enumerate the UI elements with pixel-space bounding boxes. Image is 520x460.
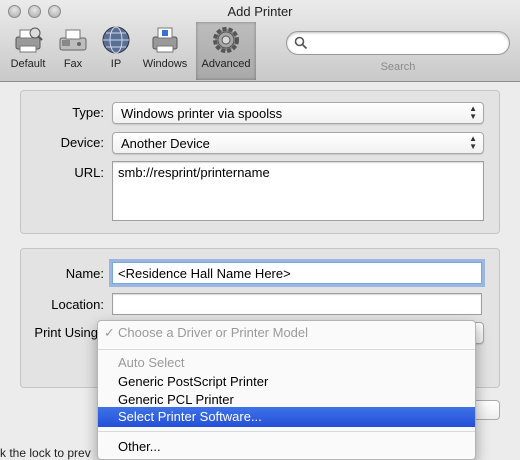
gear-icon [213,27,239,53]
name-label: Name: [65,266,104,281]
window-title: Add Printer [227,4,293,19]
menu-separator [98,349,475,350]
menu-item-label: Auto Select [118,355,185,370]
url-value: smb://resprint/printername [118,165,270,180]
location-label: Location: [51,297,104,312]
add-printer-window: Add Printer Default Fax IP Windows Advan… [0,0,520,460]
menu-item-label: Choose a Driver or Printer Model [118,325,309,340]
type-popup[interactable]: Windows printer via spoolss ▲ ▼ [112,102,484,124]
toolbar-advanced-button[interactable]: Advanced [196,22,256,80]
menu-item-generic-postscript[interactable]: Generic PostScript Printer [98,372,475,392]
driver-menu: ✓ Choose a Driver or Printer Model Auto … [97,320,476,460]
checkmark-icon: ✓ [104,325,115,340]
search-label: Search [380,61,416,73]
type-label: Type: [72,105,104,120]
device-label: Device: [60,135,104,150]
toolbar-ip-label: IP [110,58,122,70]
toolbar-ip-button[interactable]: IP [97,24,135,76]
search-input[interactable] [311,35,501,51]
toolbar-advanced-label: Advanced [201,58,251,70]
toolbar-windows-button[interactable]: Windows [140,24,190,76]
location-field[interactable] [112,293,482,315]
menu-item-label: Generic PostScript Printer [118,374,269,389]
url-field[interactable]: smb://resprint/printername [112,161,484,221]
default-printer-icon [15,27,43,53]
title-bar: Add Printer Default Fax IP Windows Advan… [0,0,520,82]
popup-arrows-icon: ▲ ▼ [469,104,477,121]
menu-item-label: Generic PCL Printer [118,392,234,407]
menu-separator [98,431,475,432]
windows-printer-icon [152,27,178,53]
name-value: <Residence Hall Name Here> [118,266,291,281]
menu-item-label: Select Printer Software... [118,409,262,424]
toolbar-default-button[interactable]: Default [6,24,50,76]
menu-item-select-printer-software[interactable]: Select Printer Software... [98,407,475,427]
toolbar-default-label: Default [10,58,46,70]
globe-icon [102,26,130,54]
lock-hint-text: k the lock to prev [0,446,91,460]
name-field[interactable]: <Residence Hall Name Here> [112,262,482,284]
menu-item-other[interactable]: Other... [98,437,475,457]
print-using-label: Print Using [34,325,98,340]
type-value: Windows printer via spoolss [121,106,283,121]
toolbar-windows-label: Windows [142,58,188,70]
popup-arrows-icon: ▲ ▼ [469,134,477,151]
toolbar-fax-label: Fax [63,58,83,70]
menu-item-choose-driver: ✓ Choose a Driver or Printer Model [98,323,475,343]
menu-item-label: Other... [118,439,161,454]
device-value: Another Device [121,136,210,151]
fax-icon [59,29,87,51]
url-label: URL: [74,165,104,180]
device-popup[interactable]: Another Device ▲ ▼ [112,132,484,154]
search-field[interactable] [286,31,510,55]
search-icon [294,36,308,50]
toolbar-fax-button[interactable]: Fax [56,24,90,76]
menu-item-auto-select: Auto Select [98,353,475,373]
